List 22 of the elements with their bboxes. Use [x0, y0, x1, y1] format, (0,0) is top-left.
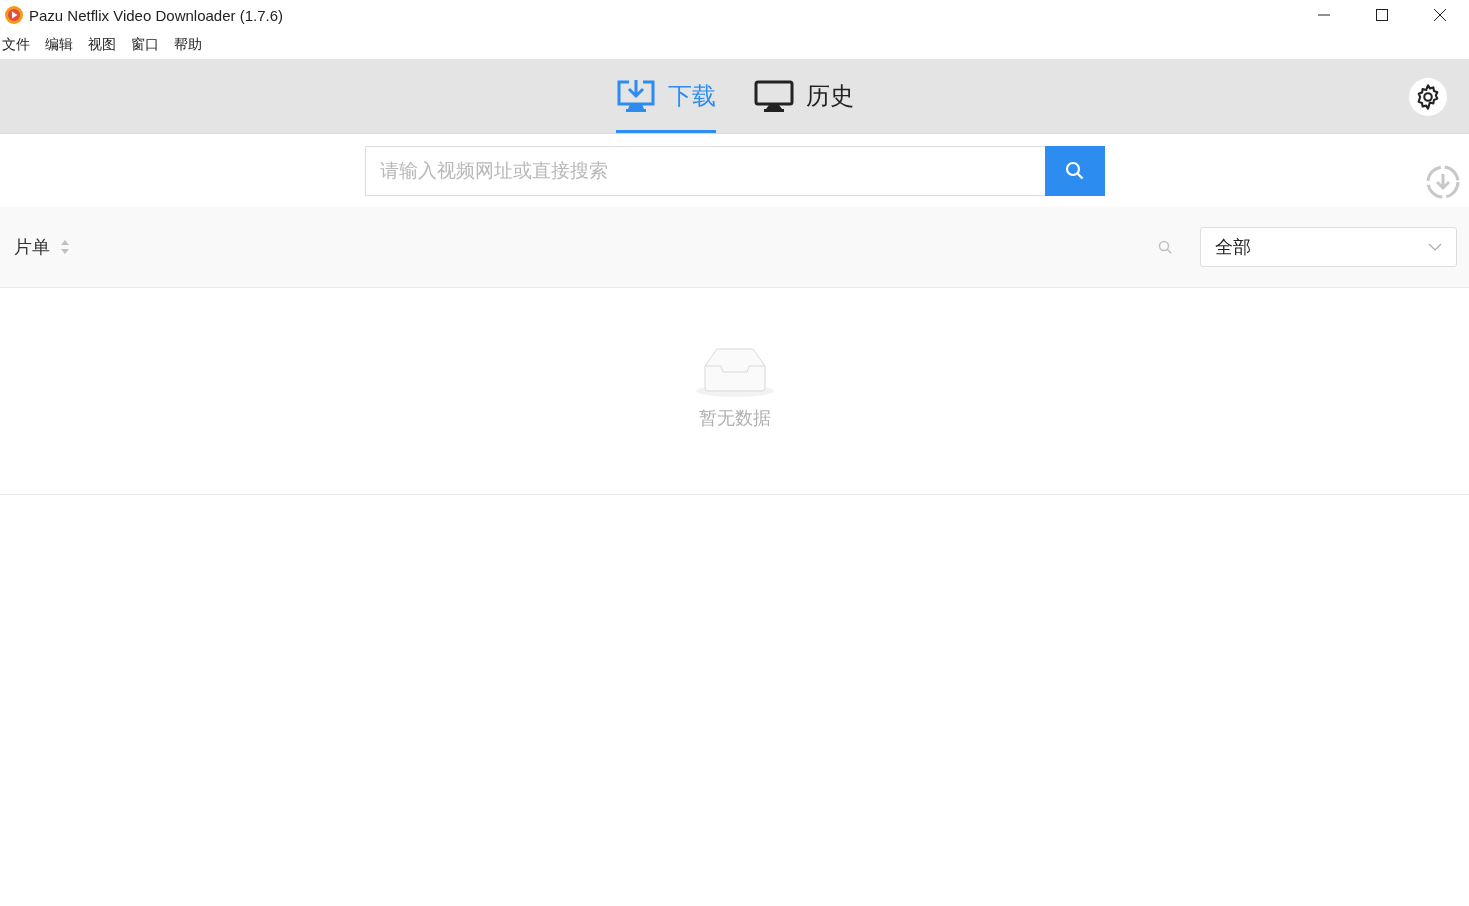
settings-button[interactable] — [1409, 78, 1447, 116]
search-icon — [1064, 160, 1085, 181]
menu-item[interactable]: 窗口 — [131, 35, 159, 54]
menu-item[interactable]: 编辑 — [45, 35, 73, 54]
tab[interactable]: 历史 — [753, 59, 854, 133]
window-title: Pazu Netflix Video Downloader (1.7.6) — [29, 6, 285, 24]
download-circle-icon[interactable] — [1425, 164, 1461, 200]
menu-item[interactable]: 帮助 — [174, 35, 202, 54]
sort-icon[interactable] — [60, 239, 70, 255]
empty-inbox-icon — [694, 346, 775, 398]
menu-item[interactable]: 文件 — [2, 35, 30, 54]
download-icon — [615, 79, 656, 113]
chevron-down-icon — [1428, 243, 1442, 251]
app-logo-icon — [4, 5, 24, 25]
filter-dropdown[interactable]: 全部 — [1200, 227, 1457, 267]
monitor-icon — [753, 80, 794, 112]
search-field[interactable]: 请输入视频网址或直接搜索 — [364, 145, 1045, 196]
search-icon[interactable] — [1158, 240, 1172, 254]
search-button[interactable] — [1044, 145, 1105, 196]
menu-item[interactable]: 视图 — [88, 35, 116, 54]
empty-message: 暂无数据 — [698, 407, 771, 430]
column-header: 片单 — [14, 236, 50, 259]
